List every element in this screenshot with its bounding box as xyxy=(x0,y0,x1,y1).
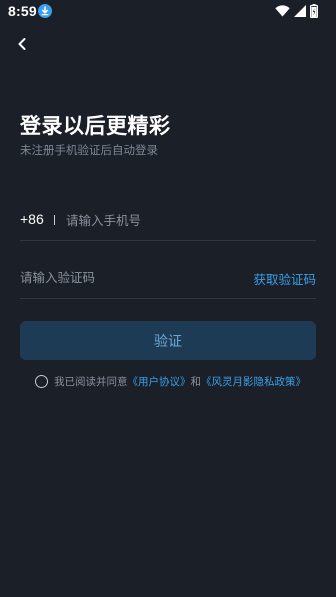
agreement-checkbox[interactable] xyxy=(35,374,48,388)
agreement-and: 和 xyxy=(190,375,202,388)
page-title: 登录以后更精彩 xyxy=(20,114,171,138)
privacy-policy-link[interactable]: 《风灵月影隐私政策》 xyxy=(201,374,306,389)
country-code-divider xyxy=(54,215,55,225)
status-time: 8:59 xyxy=(8,3,37,19)
chevron-left-icon[interactable] xyxy=(12,34,32,54)
verify-button[interactable]: 验证 xyxy=(20,321,316,360)
battery-charging-icon xyxy=(310,4,318,18)
download-badge-icon xyxy=(38,4,52,18)
phone-field-row: +86 xyxy=(20,199,316,241)
agreement-prefix: 我已阅读并同意 xyxy=(54,375,128,388)
get-code-button[interactable]: 获取验证码 xyxy=(253,269,316,288)
country-code[interactable]: +86 xyxy=(20,211,44,227)
code-field-row: 获取验证码 xyxy=(20,256,316,299)
status-bar: 8:59 xyxy=(0,0,336,24)
user-agreement-link[interactable]: 《用户协议》 xyxy=(128,374,191,389)
page-subtitle: 未注册手机验证后自动登录 xyxy=(20,143,158,157)
cell-signal-icon xyxy=(294,5,306,17)
phone-input[interactable] xyxy=(66,207,312,233)
verification-code-input[interactable] xyxy=(20,264,220,290)
agreement-row: 我已阅读并同意 《用户协议》 和 《风灵月影隐私政策》 xyxy=(35,372,306,390)
wifi-icon xyxy=(275,5,290,17)
status-icons xyxy=(275,4,318,18)
